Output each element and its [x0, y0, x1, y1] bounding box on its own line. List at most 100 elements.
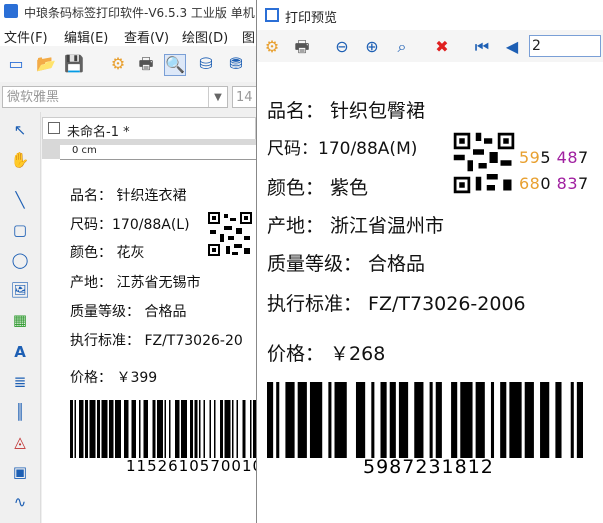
first-page-icon[interactable]: ⏮: [471, 36, 493, 58]
chevron-down-icon[interactable]: ▼: [208, 87, 227, 107]
barcode-bar: [309, 382, 323, 458]
barcode-small[interactable]: [70, 400, 256, 458]
menu-view[interactable]: 查看(V): [124, 27, 169, 46]
menu-edit[interactable]: 编辑(E): [64, 27, 108, 46]
barcode-preview-number: 5987231812: [363, 456, 494, 478]
barcode-bar: [209, 400, 211, 458]
preview-color-text: 颜色： 紫色: [267, 177, 369, 199]
curve-tool-icon[interactable]: ∿: [8, 490, 32, 514]
barcode-bar: [576, 382, 583, 458]
save-icon[interactable]: 💾: [64, 54, 84, 74]
barcode-bar: [220, 400, 223, 458]
ellipse-tool-icon[interactable]: ◯: [8, 248, 32, 272]
barcode-bar: [414, 382, 424, 458]
preview-title: 打印预览: [285, 11, 338, 26]
print-icon[interactable]: 🖶: [291, 36, 313, 58]
standard-text[interactable]: 执行标准： FZ/T73026-20: [70, 330, 243, 350]
barcode-bar: [139, 400, 141, 458]
pointer-tool-icon[interactable]: ↖: [8, 118, 32, 142]
barcode-bar: [500, 382, 507, 458]
price-text[interactable]: 价格： ￥399: [70, 367, 157, 387]
preview-standard-text: 执行标准： FZ/T73026-2006: [267, 293, 526, 315]
preview-grade-text: 质量等级： 合格品: [267, 253, 426, 275]
barcode-bar: [175, 400, 180, 458]
size-text[interactable]: 尺码：170/88A(L): [70, 214, 190, 234]
barcode-bar: [199, 400, 201, 458]
line-tool-icon[interactable]: ╲: [8, 188, 32, 212]
zoom-in-icon[interactable]: ⊕: [361, 36, 383, 58]
barcode-bar: [285, 382, 295, 458]
origin-text[interactable]: 产地： 江苏省无锡市: [70, 272, 200, 292]
print-preview-icon[interactable]: 🔍: [164, 54, 186, 76]
barcode-bar: [540, 382, 550, 458]
barcode-bar: [79, 400, 84, 458]
shape-tool-icon[interactable]: ◬: [8, 430, 32, 454]
qrcode-tool-icon[interactable]: ▣: [8, 460, 32, 484]
barcode-bar: [276, 382, 280, 458]
barcode-bar: [109, 400, 114, 458]
ruler-horizontal: 0 cm: [60, 145, 256, 160]
app-title: 中琅条码标签打印软件-V6.5.3 工业版 单机: [24, 6, 255, 20]
barcode-bar: [524, 382, 534, 458]
image-tool-icon[interactable]: 🖼: [8, 278, 32, 302]
barcode-bar: [164, 400, 166, 458]
preview-toolbar: ⚙ 🖶 ⊖ ⊕ ⌕ ✖ ⏮ ◀ 2: [257, 30, 603, 63]
menu-draw[interactable]: 绘图(D): [182, 27, 228, 46]
settings-gear-icon[interactable]: ⚙: [108, 54, 128, 74]
preview-window-icon: [265, 8, 279, 22]
database-icon[interactable]: ⛁: [196, 54, 216, 74]
rich-text-tool-icon[interactable]: ≣: [8, 370, 32, 394]
number-strip-1: 595 487: [519, 148, 589, 167]
barcode-bar: [214, 400, 216, 458]
barcode-tool-icon[interactable]: ║: [8, 400, 32, 424]
barcode-bar: [250, 400, 252, 458]
barcode-preview: [267, 382, 583, 458]
menu-file[interactable]: 文件(F): [4, 27, 48, 46]
barcode-bar: [101, 400, 108, 458]
barcode-bar: [131, 400, 136, 458]
barcode-bar: [429, 382, 433, 458]
barcode-bar: [143, 400, 148, 458]
ruler-vertical: [42, 159, 61, 523]
prev-page-icon[interactable]: ◀: [501, 36, 523, 58]
font-family-select[interactable]: 微软雅黑 ▼: [2, 86, 228, 108]
barcode-bar: [297, 382, 307, 458]
grade-text[interactable]: 质量等级： 合格品: [70, 301, 186, 321]
new-window-icon[interactable]: ▭: [6, 54, 26, 74]
rounded-rect-tool-icon[interactable]: ▢: [8, 218, 32, 242]
preview-product-name-text: 品名： 针织包臀裙: [267, 100, 426, 122]
document-tab-label: 未命名-1 *: [67, 125, 130, 140]
print-settings-gear-icon[interactable]: ⚙: [261, 36, 283, 58]
ruler-origin-label: 0 cm: [72, 145, 97, 156]
barcode-bar: [475, 382, 485, 458]
close-icon[interactable]: ✖: [431, 36, 453, 58]
product-name-text[interactable]: 品名： 针织连衣裙: [70, 185, 186, 205]
open-folder-icon[interactable]: 📂: [36, 54, 56, 74]
preview-origin-text: 产地： 浙江省温州市: [267, 215, 445, 237]
print-icon[interactable]: 🖶: [136, 54, 156, 74]
page-number-input[interactable]: 2: [529, 35, 601, 57]
qr-code-small[interactable]: [206, 210, 254, 258]
zoom-out-icon[interactable]: ⊖: [331, 36, 353, 58]
label-canvas[interactable]: 品名： 针织连衣裙 尺码：170/88A(L) 颜色： 花灰 产地： 江苏省无锡…: [60, 160, 262, 523]
text-tool-icon[interactable]: A: [8, 340, 32, 364]
database-settings-icon[interactable]: ⛃: [226, 54, 246, 74]
barcode-bar: [555, 382, 562, 458]
barcode-bar: [451, 382, 458, 458]
font-family-value: 微软雅黑: [7, 90, 60, 105]
zoom-fit-icon[interactable]: ⌕: [391, 36, 413, 58]
drawing-toolbox: ↖ ✋ ╲ ▢ ◯ 🖼 ▦ A ≣ ║ ◬ ▣ ∿: [0, 112, 41, 523]
barcode-bar: [70, 400, 73, 458]
preview-label: 品名： 针织包臀裙 尺码：170/88A(M) 颜色： 紫色 产地： 浙江省温州…: [257, 62, 603, 523]
color-text[interactable]: 颜色： 花灰: [70, 242, 144, 262]
barcode-bar: [371, 382, 375, 458]
document-tab[interactable]: 未命名-1 *: [42, 117, 256, 140]
barcode-bar: [85, 400, 88, 458]
barcode-bar: [460, 382, 473, 458]
preview-price-text: 价格： ￥268: [267, 343, 386, 365]
pan-tool-icon[interactable]: ✋: [8, 148, 32, 172]
picture-tool-icon[interactable]: ▦: [8, 308, 32, 332]
barcode-bar: [97, 400, 100, 458]
menu-more[interactable]: 图: [242, 27, 255, 46]
font-size-value: 14: [236, 90, 253, 105]
